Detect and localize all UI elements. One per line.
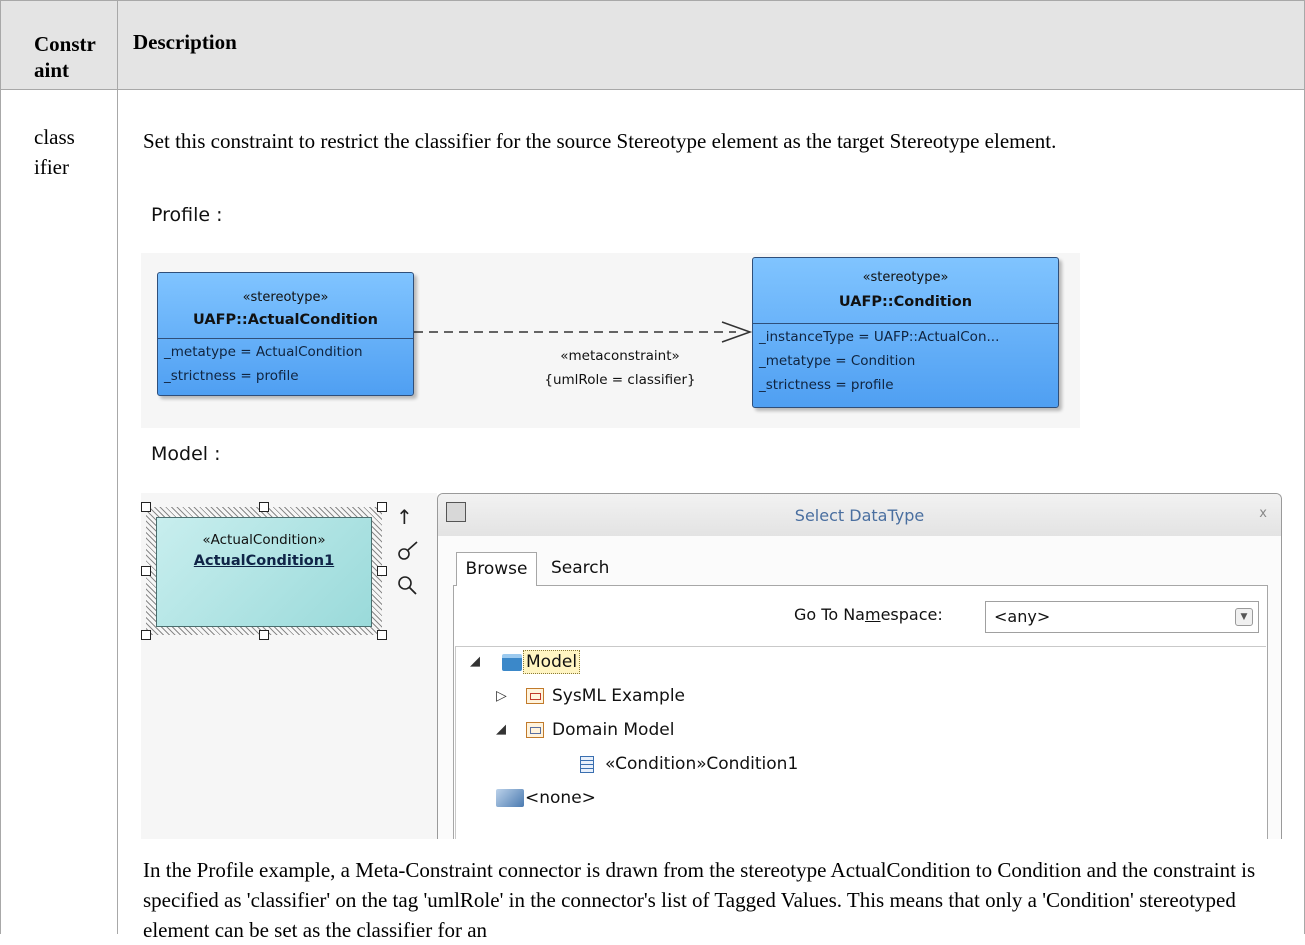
resize-handle[interactable] <box>259 630 269 640</box>
package-icon <box>526 722 544 738</box>
select-datatype-dialog: Select DataType x Browse Search Go To Na… <box>437 493 1282 839</box>
up-arrow-icon[interactable]: ↑ <box>396 505 413 529</box>
resize-handle[interactable] <box>141 630 151 640</box>
attribute: _metatype = ActualCondition <box>164 344 363 360</box>
resize-handle[interactable] <box>377 566 387 576</box>
stereotype-actual-condition[interactable]: «stereotype» UAFP::ActualCondition _meta… <box>157 272 414 396</box>
expanded-triangle-icon[interactable]: ◢ <box>496 715 506 745</box>
namespace-label: Go To Namespace: <box>794 605 943 624</box>
connector-tag: {umlRole = classifier} <box>544 372 696 388</box>
resize-handle[interactable] <box>259 502 269 512</box>
namespace-select[interactable]: <any> ▼ <box>985 601 1259 633</box>
none-icon <box>496 789 524 807</box>
constraint-table: Constr aint Description class ifier Set … <box>0 0 1305 942</box>
resize-handle[interactable] <box>377 502 387 512</box>
description-paragraph-2: In the Profile example, a Meta-Constrain… <box>143 858 1256 942</box>
package-icon <box>526 688 544 704</box>
attribute: _instanceType = UAFP::ActualCon... <box>759 329 1000 345</box>
expanded-triangle-icon[interactable]: ◢ <box>470 647 480 677</box>
collapsed-triangle-icon[interactable]: ▷ <box>496 681 507 711</box>
close-button[interactable]: x <box>1259 506 1267 521</box>
magnifier-icon[interactable] <box>396 574 420 598</box>
model-label: Model : <box>151 443 221 465</box>
element-icon <box>580 756 594 773</box>
dialog-titlebar: Select DataType x <box>438 494 1281 536</box>
connector-stereotype: «metaconstraint» <box>560 348 680 364</box>
attribute: _metatype = Condition <box>759 353 916 369</box>
chevron-down-icon[interactable]: ▼ <box>1235 608 1253 626</box>
resize-handle[interactable] <box>141 566 151 576</box>
resize-handle[interactable] <box>377 630 387 640</box>
attribute: _strictness = profile <box>164 368 299 384</box>
actual-condition-element[interactable]: «ActualCondition» ActualCondition1 <box>156 517 372 627</box>
folder-icon <box>502 654 522 671</box>
dialog-title: Select DataType <box>794 506 925 525</box>
tab-search[interactable]: Search <box>551 552 609 586</box>
tab-browse[interactable]: Browse <box>456 552 537 586</box>
stereotype-condition[interactable]: «stereotype» UAFP::Condition _instanceTy… <box>752 257 1059 408</box>
datatype-tree: ◢ Model ▷ SysML Example ◢ Domain Model «… <box>455 646 1266 839</box>
attribute: _strictness = profile <box>759 377 894 393</box>
resize-handle[interactable] <box>141 502 151 512</box>
brush-icon[interactable] <box>396 540 420 562</box>
